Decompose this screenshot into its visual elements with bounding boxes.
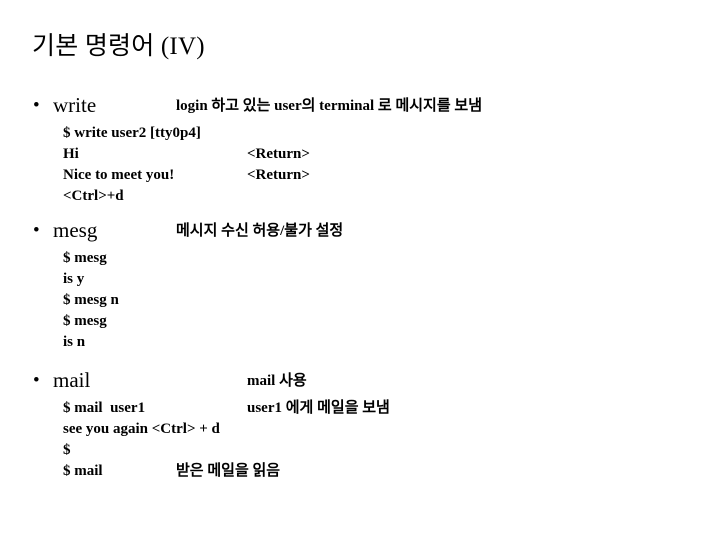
example-block: $ write user2 [tty0p4] Hi <Return> Nice to … [0,119,720,207]
example-line: $ write user2 [tty0p4] [0,123,720,144]
command-name: mail [53,368,91,392]
example-line-text: <Ctrl>+d [63,188,124,204]
bullet-row: • mail mail 사용 [0,367,720,394]
example-line: $ mesg n [0,290,720,311]
command-section-mesg: • mesg 메시지 수신 허용/불가 설정 $ mesg is y $ mesg n $ … [0,217,720,353]
example-line: $ [0,440,720,461]
example-line-note: user1 에게 메일을 보냄 [247,400,390,416]
bullet-point-icon: • [33,220,40,241]
example-line: $ mail 받은 메일을 읽음 [0,461,720,482]
command-name: mesg [53,218,98,242]
slide-canvas: 기본 명령어 (IV) • write login 하고 있는 user의 term… [0,0,720,540]
example-line-text: $ mesg [63,250,107,266]
example-line-text: see you again <Ctrl> + d [63,421,220,437]
bullet-point-icon: • [33,95,40,116]
example-block: $ mesg is y $ mesg n $ mesg is n [0,244,720,353]
example-line-text: Nice to meet you! [63,167,175,183]
command-section-mail: • mail mail 사용 $ mail user1 user1 에게 메일을 보냄 s… [0,367,720,482]
bullet-row: • mesg 메시지 수신 허용/불가 설정 [0,217,720,244]
bullet-point-icon: • [33,370,40,391]
example-line-note: <Return> [247,146,310,162]
example-line-text: $ mesg n [63,292,119,308]
example-line-text: $ write user2 [tty0p4] [63,125,201,141]
example-line-text: $ mail user1 [63,400,146,416]
example-line-text: is y [63,271,85,287]
page-title: 기본 명령어 (IV) [32,33,205,60]
example-line-text: $ mail [63,463,103,479]
example-line: <Ctrl>+d [0,186,720,207]
command-name: write [53,93,97,117]
command-description: login 하고 있는 user의 terminal 로 메시지를 보냄 [176,98,483,114]
example-line-text: $ [63,442,71,458]
command-section-write: • write login 하고 있는 user의 terminal 로 메시지를 … [0,92,720,207]
example-line-text: $ mesg [63,313,107,329]
example-line: $ mesg [0,248,720,269]
example-line: $ mesg [0,311,720,332]
example-line: Hi <Return> [0,144,720,165]
command-description: mail 사용 [247,373,307,389]
example-line: Nice to meet you! <Return> [0,165,720,186]
example-line-note: <Return> [247,167,310,183]
example-line: is y [0,269,720,290]
example-line-note: 받은 메일을 읽음 [176,463,281,479]
example-line: $ mail user1 user1 에게 메일을 보냄 [0,398,720,419]
example-line: is n [0,332,720,353]
example-line-text: Hi [63,146,79,162]
example-line: see you again <Ctrl> + d [0,419,720,440]
command-description: 메시지 수신 허용/불가 설정 [176,223,344,239]
example-line-text: is n [63,334,86,350]
slide-body: • write login 하고 있는 user의 terminal 로 메시지를 … [0,92,720,492]
bullet-row: • write login 하고 있는 user의 terminal 로 메시지를 … [0,92,720,119]
example-block: $ mail user1 user1 에게 메일을 보냄 see you again… [0,394,720,482]
